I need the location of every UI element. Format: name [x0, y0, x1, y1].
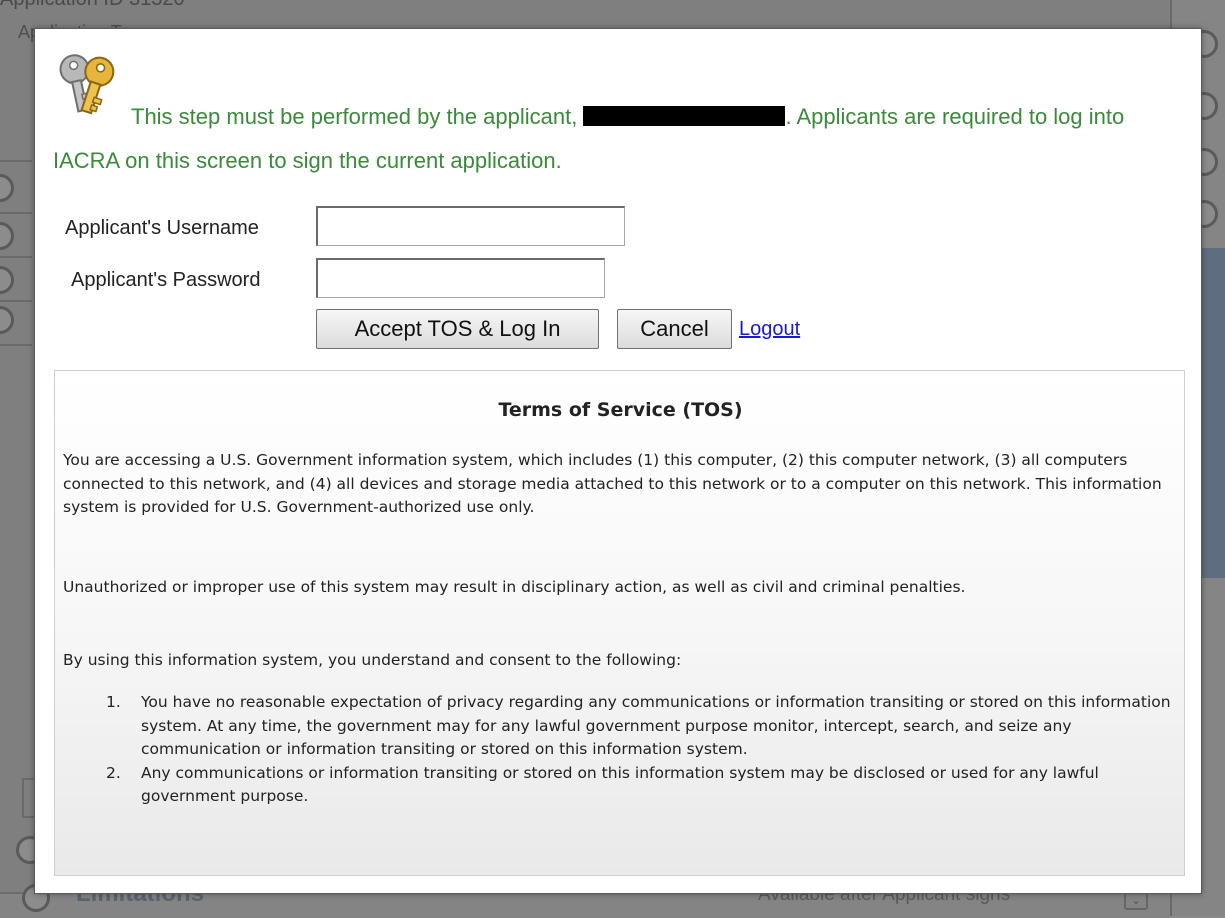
logout-link[interactable]: Logout — [739, 318, 800, 341]
accept-tos-login-button[interactable]: Accept TOS & Log In — [316, 309, 599, 349]
list-item-text: Any communications or information transi… — [141, 763, 1099, 806]
tos-paragraph: By using this information system, you un… — [63, 651, 682, 669]
message-text-start: This step must be performed by the appli… — [131, 104, 578, 129]
bg-application-id: Application ID 31320 — [0, 0, 1170, 28]
applicant-signing-message: This step must be performed by the appli… — [53, 95, 1173, 183]
tos-paragraph: You are accessing a U.S. Government info… — [63, 451, 1162, 516]
list-item-number: 2. — [106, 763, 121, 782]
redacted-applicant-name — [583, 106, 786, 126]
username-label: Applicant's Username — [65, 217, 259, 239]
terms-of-service-panel: Terms of Service (TOS) You are accessing… — [54, 370, 1185, 876]
tos-title: Terms of Service (TOS) — [498, 399, 743, 421]
divider — [0, 212, 32, 214]
bg-radio-icon — [0, 174, 14, 202]
divider — [0, 160, 32, 162]
bg-radio-icon — [0, 306, 14, 334]
password-label: Applicant's Password — [71, 269, 261, 291]
tos-paragraph: Unauthorized or improper use of this sys… — [63, 578, 966, 596]
bg-radio-icon — [0, 222, 14, 250]
password-input[interactable] — [316, 258, 605, 298]
divider — [0, 300, 32, 302]
divider — [0, 256, 32, 258]
divider — [0, 344, 32, 346]
list-item-number: 1. — [106, 693, 121, 711]
list-item-text: You have no reasonable expectation of pr… — [141, 693, 1171, 758]
list-item: 1. You have no reasonable expectation of… — [63, 691, 1179, 762]
list-item: 2. Any communications or information tra… — [63, 762, 1179, 809]
tos-consent-list: 1. You have no reasonable expectation of… — [63, 691, 1179, 809]
cancel-button[interactable]: Cancel — [617, 309, 732, 349]
username-input[interactable] — [316, 206, 625, 246]
bg-radio-icon — [0, 266, 14, 294]
sign-application-dialog: This step must be performed by the appli… — [34, 28, 1202, 894]
